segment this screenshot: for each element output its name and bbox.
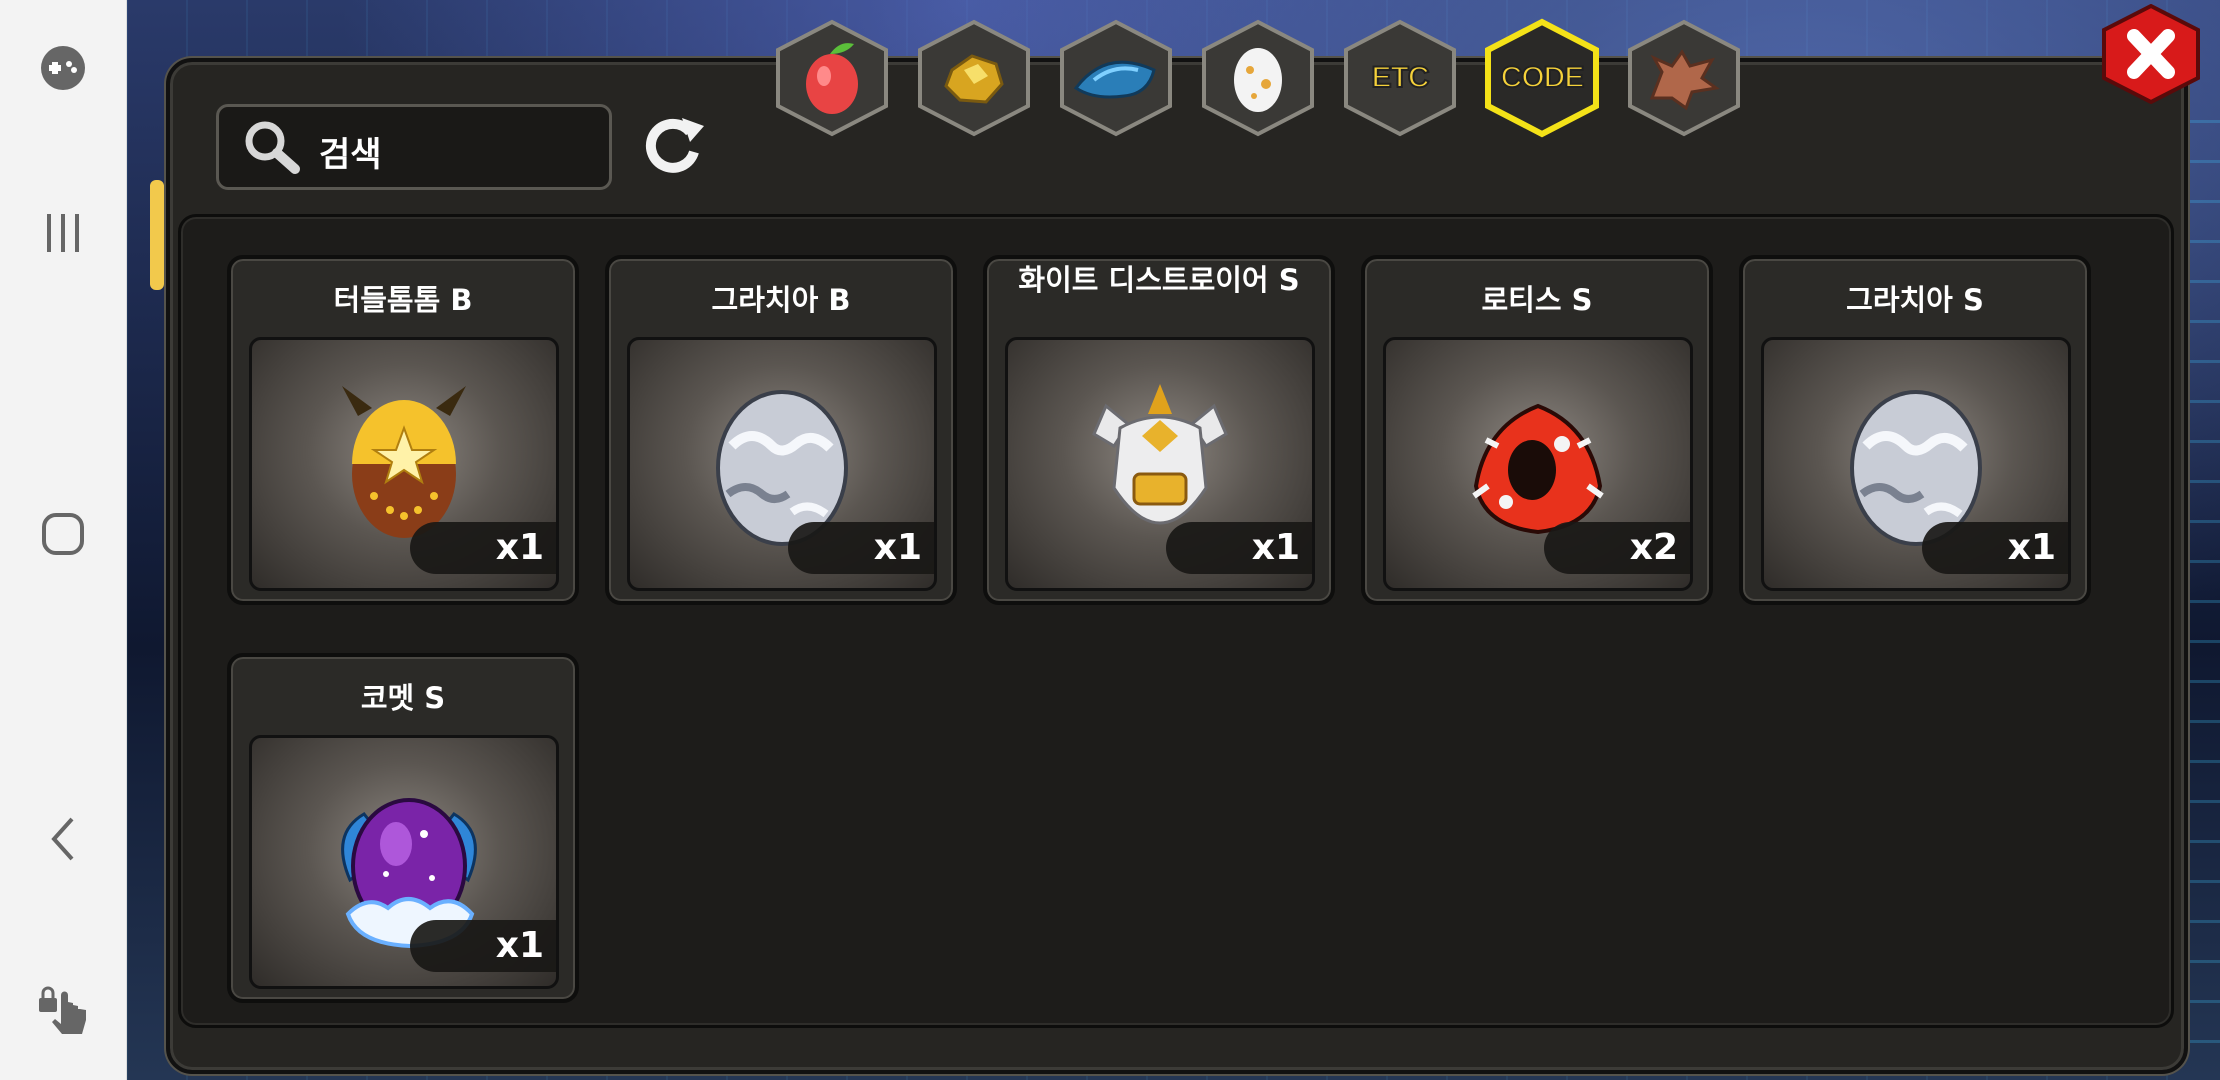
home-icon[interactable]: [0, 512, 126, 556]
item-quantity: x1: [410, 522, 556, 574]
item-card[interactable]: 화이트 디스트로이어 S x1: [983, 255, 1335, 605]
back-icon[interactable]: [0, 816, 126, 862]
close-button[interactable]: [2098, 3, 2204, 105]
tab-code[interactable]: CODE: [1480, 18, 1604, 138]
search-input[interactable]: 검색: [216, 104, 612, 190]
background-ui-edge: [150, 180, 164, 290]
item-card[interactable]: 로티스 S x2: [1361, 255, 1713, 605]
item-name: 화이트 디스트로이어 S: [1018, 263, 1300, 297]
search-icon: [241, 119, 303, 179]
recent-apps-icon[interactable]: [0, 212, 126, 254]
tab-etc[interactable]: ETC: [1338, 18, 1462, 138]
item-image: x1: [249, 735, 559, 989]
item-card[interactable]: 터들톰톰 B x1: [227, 255, 579, 605]
tab-scale[interactable]: [1054, 18, 1178, 138]
item-image: x1: [1005, 337, 1315, 591]
item-grid: 터들톰톰 B x1 그라치아 B x1 화이트 디스트로이어 S x1 로티스 …: [178, 214, 2174, 1028]
system-nav-bar: [0, 0, 127, 1080]
item-name: 코멧 S: [360, 681, 446, 715]
item-card[interactable]: 코멧 S x1: [227, 653, 579, 1003]
item-image: x1: [249, 337, 559, 591]
touch-lock-icon[interactable]: [0, 982, 126, 1036]
item-quantity: x2: [1544, 522, 1690, 574]
item-image: x1: [627, 337, 937, 591]
item-name: 그라치아 S: [1846, 283, 1984, 317]
item-quantity: x1: [1166, 522, 1312, 574]
tab-egg[interactable]: [1196, 18, 1320, 138]
tab-etc-label: ETC: [1371, 60, 1431, 95]
item-name: 터들톰톰 B: [333, 283, 473, 317]
item-image: x1: [1761, 337, 2071, 591]
item-quantity: x1: [788, 522, 934, 574]
tab-gold[interactable]: [912, 18, 1036, 138]
item-name: 로티스 S: [1481, 283, 1593, 317]
item-card[interactable]: 그라치아 B x1: [605, 255, 957, 605]
close-icon: [2102, 3, 2200, 105]
search-placeholder: 검색: [319, 135, 382, 175]
item-image: x2: [1383, 337, 1693, 591]
item-quantity: x1: [1922, 522, 2068, 574]
refresh-icon[interactable]: [638, 112, 710, 182]
item-name: 그라치아 B: [711, 283, 851, 317]
tab-dragon[interactable]: [1622, 18, 1746, 138]
item-card[interactable]: 그라치아 S x1: [1739, 255, 2091, 605]
game-launcher-icon[interactable]: [0, 44, 126, 92]
tab-code-label: CODE: [1500, 60, 1586, 95]
tab-fruit[interactable]: [770, 18, 894, 138]
item-quantity: x1: [410, 920, 556, 972]
